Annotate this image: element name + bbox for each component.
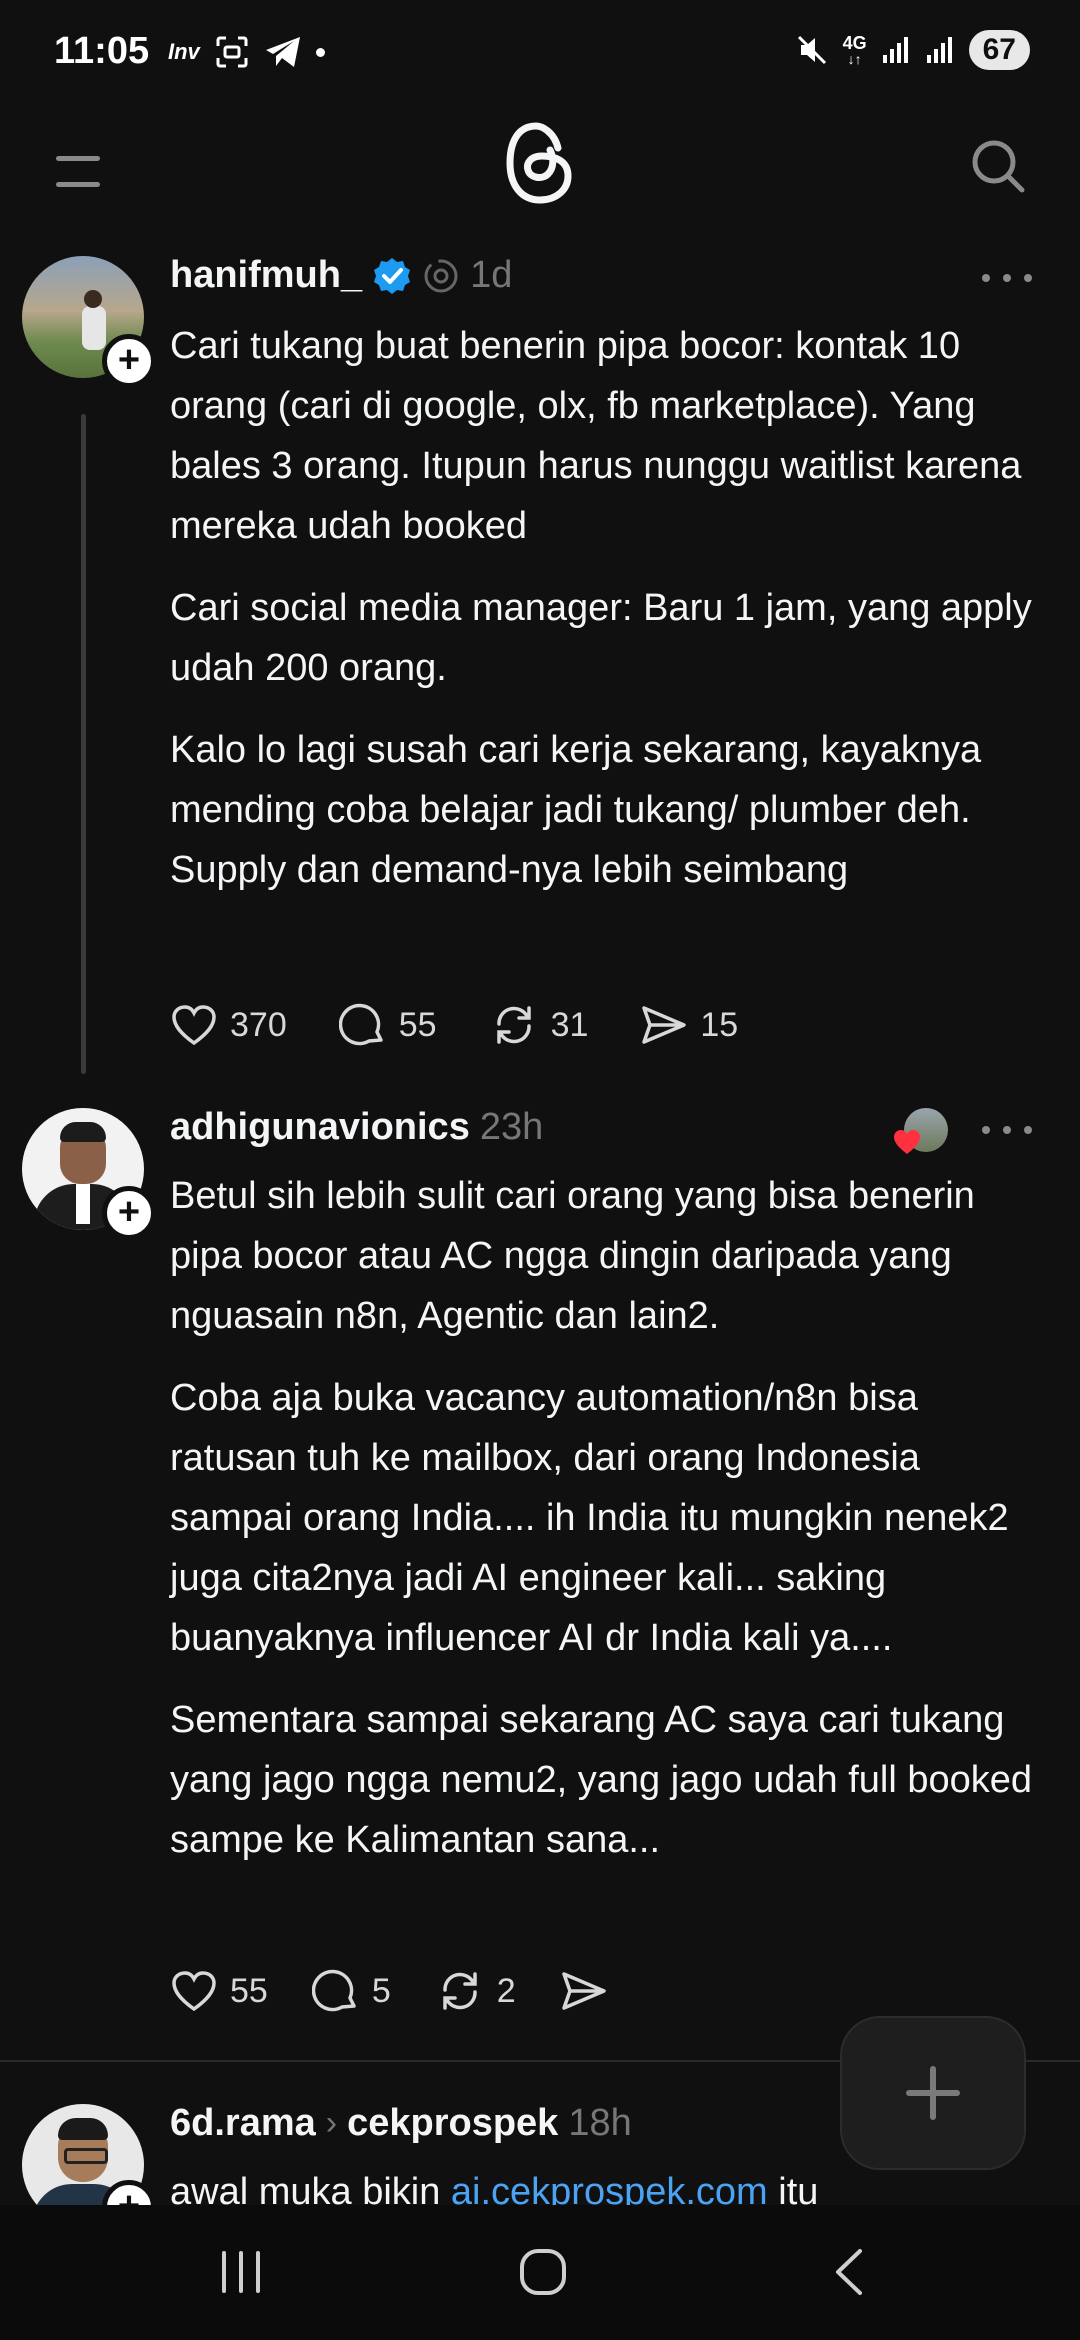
repost-count: 31 <box>550 1005 589 1044</box>
telegram-icon <box>265 37 300 67</box>
heart-icon <box>172 1971 216 2012</box>
threads-badge-icon <box>424 259 458 292</box>
post-time: 23h <box>479 1106 544 1148</box>
new-thread-button[interactable] <box>840 2016 1026 2170</box>
send-icon <box>642 1006 687 1044</box>
post-header: 6d.rama › cekprospek 18h <box>170 2102 632 2145</box>
notification-icons: Inv <box>168 34 325 70</box>
post-header: adhigunavionics 23h <box>170 1106 543 1149</box>
repost-button[interactable]: 31 <box>489 1002 589 1048</box>
signal-icon-2 <box>926 37 952 63</box>
repost-icon <box>442 1972 477 2010</box>
share-count: 15 <box>700 1005 739 1044</box>
repost-icon <box>496 1006 531 1044</box>
recent-apps-icon[interactable] <box>216 2249 266 2295</box>
reply-count: 5 <box>371 1971 391 2010</box>
home-icon[interactable] <box>518 2247 568 2297</box>
post-body: Betul sih lebih sulit cari orang yang bi… <box>170 1166 1050 1892</box>
more-options-icon[interactable] <box>982 268 1032 288</box>
post-paragraph: Cari tukang buat benerin pipa bocor: kon… <box>170 325 1022 547</box>
reply-button[interactable]: 55 <box>338 1002 437 1048</box>
comment-icon <box>311 1969 356 2012</box>
share-button[interactable]: 15 <box>640 1002 738 1048</box>
post-paragraph: Betul sih lebih sulit cari orang yang bi… <box>170 1175 975 1337</box>
post-time: 1d <box>470 254 513 296</box>
like-count: 370 <box>230 1005 287 1044</box>
hamburger-icon[interactable] <box>56 148 100 192</box>
battery-indicator: 67 <box>968 30 1030 70</box>
network-label: 4G <box>842 33 867 53</box>
share-button[interactable] <box>560 1968 608 2014</box>
scan-icon <box>216 36 248 68</box>
app-header <box>0 110 1080 250</box>
signal-icon-1 <box>882 37 908 63</box>
post-actions: 370 55 31 15 <box>170 1002 790 1048</box>
post-link[interactable]: ai.cekprospek.com <box>451 2171 768 2206</box>
follow-plus-icon[interactable]: + <box>102 334 156 388</box>
post-paragraph: Sementara sampai sekarang AC saya cari t… <box>170 1699 1033 1861</box>
invest-app-icon: Inv <box>168 39 200 64</box>
mute-icon <box>797 35 826 65</box>
status-right-icons: 4G ↓↑ 67 <box>795 30 1030 70</box>
post-paragraph: Cari social media manager: Baru 1 jam, y… <box>170 587 1032 689</box>
post-body: Cari tukang buat benerin pipa bocor: kon… <box>170 316 1050 922</box>
system-navigation-bar <box>0 2205 1080 2340</box>
chevron-right-icon: › <box>325 2104 338 2142</box>
post-header: hanifmuh_ 1d <box>170 254 512 297</box>
post-time: 18h <box>568 2102 632 2144</box>
more-options-icon[interactable] <box>982 1120 1032 1140</box>
username[interactable]: 6d.rama <box>170 2102 316 2145</box>
like-button[interactable]: 55 <box>170 1969 268 2013</box>
comment-icon <box>338 1003 383 1046</box>
heart-badge-icon <box>894 1130 920 1154</box>
post-paragraph: Coba aja buka vacancy automation/n8n bis… <box>170 1377 1009 1659</box>
send-icon <box>561 1972 606 2010</box>
reply-count: 55 <box>398 1005 437 1044</box>
network-indicator: 4G ↓↑ <box>842 33 867 67</box>
username[interactable]: hanifmuh_ <box>170 254 362 297</box>
liked-by-avatar[interactable] <box>894 1108 948 1154</box>
repost-count: 2 <box>496 1971 516 2010</box>
repost-button[interactable]: 2 <box>435 1968 516 2014</box>
threads-logo-icon[interactable] <box>500 118 580 208</box>
reply-button[interactable]: 5 <box>311 1968 391 2014</box>
status-time: 11:05 <box>54 30 150 72</box>
post-paragraph: Kalo lo lagi susah cari kerja sekarang, … <box>170 729 982 891</box>
search-icon[interactable] <box>970 138 1026 194</box>
username[interactable]: adhigunavionics <box>170 1106 470 1149</box>
post-text: itu <box>767 2171 819 2206</box>
post-actions: 55 5 2 <box>170 1968 660 2014</box>
like-button[interactable]: 370 <box>170 1003 287 1047</box>
status-bar: 11:05 Inv 4G ↓↑ 67 <box>0 0 1080 110</box>
thread-line <box>81 414 86 1074</box>
back-icon[interactable] <box>830 2247 870 2297</box>
post-text: awal muka bikin <box>170 2171 451 2206</box>
like-count: 55 <box>230 1971 268 2010</box>
verified-icon <box>374 257 411 294</box>
dot-icon <box>315 47 325 57</box>
plus-icon <box>906 2066 960 2120</box>
follow-plus-icon[interactable]: + <box>102 1186 156 1240</box>
reply-to-username[interactable]: cekprospek <box>347 2102 558 2145</box>
heart-icon <box>172 1005 216 1046</box>
